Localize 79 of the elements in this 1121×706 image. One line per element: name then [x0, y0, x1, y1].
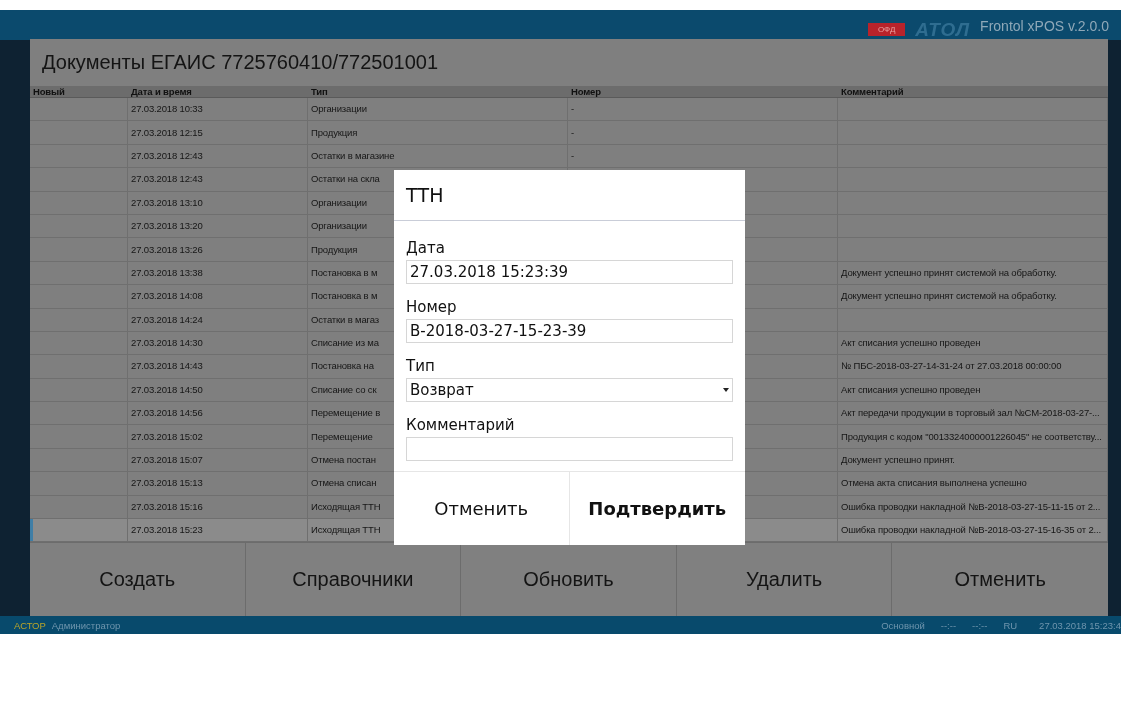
time-label: --:--: [972, 619, 988, 631]
window-title: Документы ЕГАИС 7725760410/772501001: [41, 50, 439, 75]
table-cell: № ПБС-2018-03-27-14-31-24 от 27.03.2018 00:00:00: [841, 360, 1062, 373]
type-dropdown[interactable]: Возврат: [406, 378, 733, 402]
table-cell: Отмена постан: [311, 454, 376, 467]
table-cell: Организации: [311, 196, 367, 209]
table-cell: 27.03.2018 15:23: [131, 524, 203, 537]
table-cell: Организации: [311, 103, 367, 116]
table-cell: Исходящая ТТН: [311, 500, 381, 513]
ofd-badge: ОФД: [867, 23, 906, 36]
table-cell: Отмена списан: [311, 477, 377, 490]
table-cell: 27.03.2018 12:43: [131, 173, 203, 186]
table-cell: Продукция с кодом "0013324000001226045" не соответству...: [841, 430, 1102, 443]
table-cell: 27.03.2018 15:02: [131, 430, 203, 443]
table-cell: Документ успешно принят системой на обработку.: [841, 290, 1057, 303]
table-cell: 27.03.2018 15:16: [131, 500, 203, 513]
table-cell: Продукция: [311, 243, 358, 256]
mode-label: Основной: [881, 619, 925, 631]
table-cell: Документ успешно принят системой на обработку.: [841, 266, 1057, 279]
table-cell: Остатки в магазине: [311, 149, 395, 162]
table-cell: 27.03.2018 14:50: [131, 383, 203, 396]
table-cell: Остатки в магаз: [311, 313, 379, 326]
column-header[interactable]: Комментарий: [841, 86, 904, 98]
caret-icon: [723, 388, 729, 392]
table-cell: 27.03.2018 13:10: [131, 196, 203, 209]
table-cell: 27.03.2018 14:43: [131, 360, 203, 373]
input-field[interactable]: 27.03.2018 15:23:39: [406, 260, 733, 284]
table-cell: 27.03.2018 12:15: [131, 126, 203, 139]
table-cell: Ошибка проводки накладной №В-2018-03-27-15-11-15 от 2...: [841, 500, 1101, 513]
table-cell: 27.03.2018 15:13: [131, 477, 203, 490]
field-label: Номер: [406, 297, 457, 316]
table-cell: Акт списания успешно проведен: [841, 383, 981, 396]
table-cell: 27.03.2018 14:08: [131, 290, 203, 303]
table-cell: 27.03.2018 13:26: [131, 243, 203, 256]
table-cell: 27.03.2018 13:38: [131, 266, 203, 279]
column-header[interactable]: Тип: [311, 86, 328, 98]
table-cell: Документ успешно принят.: [841, 454, 955, 467]
table-cell: Постановка в м: [311, 290, 378, 303]
user-label: Администратор: [51, 619, 121, 631]
table-cell: Акт списания успешно проведен: [841, 337, 981, 350]
table-cell: -: [571, 103, 574, 116]
table-cell: 27.03.2018 13:20: [131, 220, 203, 233]
time-label: --:--: [940, 619, 957, 631]
table-cell: 27.03.2018 15:07: [131, 454, 203, 467]
table-cell: Отмена акта списания выполнена успешно: [841, 477, 1027, 490]
table-cell: 27.03.2018 14:24: [131, 313, 203, 326]
table-cell: Акт передачи продукции в торговый зал №СМ-2018-03-27-...: [841, 407, 1100, 420]
column-header[interactable]: Дата и время: [131, 86, 192, 98]
table-row[interactable]: 27.03.2018 12:43 Остатки в магазине -: [30, 144, 1108, 169]
table-cell: Постановка в м: [311, 266, 378, 279]
table-cell: Перемещение в: [311, 407, 381, 420]
column-header[interactable]: Номер: [571, 86, 601, 98]
product-version: Frontol xPOS v.2.0.0: [980, 18, 1109, 34]
table-cell: Перемещение: [311, 430, 373, 443]
table-row[interactable]: 27.03.2018 10:33 Организации -: [30, 98, 1108, 122]
field-label: Дата: [406, 238, 445, 257]
table-cell: Ошибка проводки накладной №В-2018-03-27-15-16-35 от 2...: [841, 524, 1102, 537]
input-field[interactable]: В-2018-03-27-15-23-39: [406, 319, 733, 343]
table-cell: Исходящая ТТН: [311, 524, 381, 537]
language-label: RU: [1003, 619, 1018, 631]
table-cell: Остатки на скла: [311, 173, 380, 186]
table-cell: Продукция: [311, 126, 358, 139]
table-cell: -: [571, 126, 574, 139]
table-row[interactable]: 27.03.2018 12:15 Продукция -: [30, 121, 1108, 145]
input-field[interactable]: [406, 437, 733, 461]
table-cell: 27.03.2018 14:56: [131, 407, 203, 420]
table-cell: Списание из ма: [311, 337, 379, 350]
column-header[interactable]: Новый: [33, 86, 65, 98]
table-cell: 27.03.2018 10:33: [131, 103, 203, 116]
date-time: 27.03.2018 15:23:4: [1039, 619, 1121, 631]
table-cell: 27.03.2018 14:30: [131, 337, 203, 350]
table-cell: Организации: [311, 220, 367, 233]
table-cell: 27.03.2018 12:43: [131, 149, 203, 162]
table-cell: -: [571, 149, 574, 162]
dialog-title: ТТН: [394, 170, 745, 221]
company-label: АСТОР: [14, 619, 46, 631]
table-cell: Списание со ск: [311, 383, 377, 396]
table-cell: Постановка на: [311, 360, 374, 373]
field-label: Тип: [406, 356, 435, 375]
